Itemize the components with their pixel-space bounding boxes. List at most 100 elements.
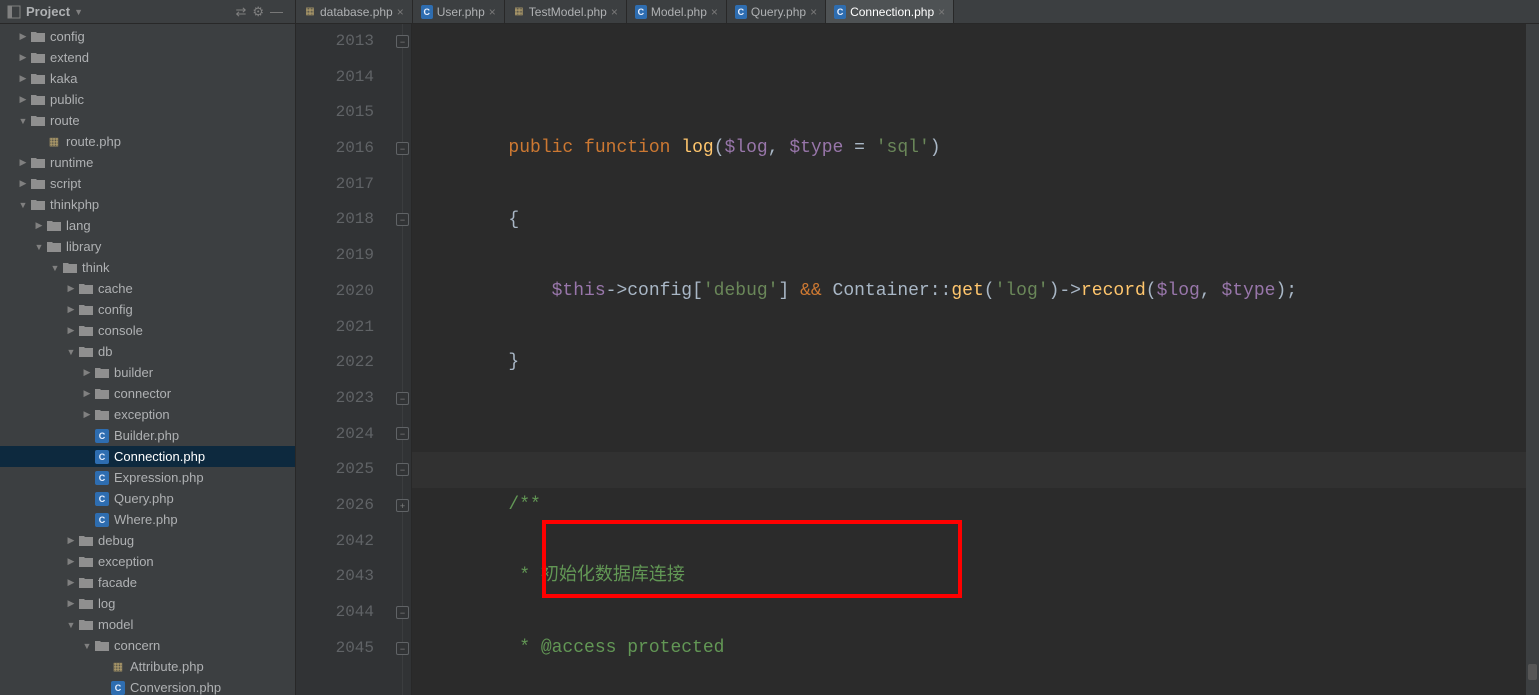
- tree-file[interactable]: CConversion.php: [0, 677, 295, 695]
- editor-tab[interactable]: CQuery.php×: [727, 0, 826, 23]
- folder-icon: [94, 386, 110, 402]
- code-area[interactable]: public function log($log, $type = 'sql')…: [412, 24, 1526, 695]
- tree-arrow-icon[interactable]: ▶: [64, 598, 78, 609]
- tree-file[interactable]: CWhere.php: [0, 509, 295, 530]
- tree-arrow-icon[interactable]: ▶: [64, 577, 78, 588]
- tree-arrow-icon[interactable]: ▶: [64, 325, 78, 336]
- tree-folder[interactable]: ▶log: [0, 593, 295, 614]
- editor-tabs: ▦database.php×CUser.php×▦TestModel.php×C…: [296, 0, 1539, 23]
- project-panel-header[interactable]: Project ▼ ⇄ ⚙ —: [0, 0, 296, 23]
- tree-arrow-icon[interactable]: ▼: [32, 242, 46, 252]
- line-number: 2025: [296, 452, 394, 488]
- editor-tab[interactable]: CModel.php×: [627, 0, 727, 23]
- tree-arrow-icon[interactable]: ▶: [16, 178, 30, 189]
- close-icon[interactable]: ×: [711, 5, 718, 19]
- editor-tab[interactable]: ▦TestModel.php×: [505, 0, 627, 23]
- editor-tab[interactable]: ▦database.php×: [296, 0, 413, 23]
- line-number: 2024: [296, 417, 394, 453]
- fold-marker[interactable]: +: [396, 499, 409, 512]
- fold-marker[interactable]: −: [396, 142, 409, 155]
- tree-arrow-icon[interactable]: ▼: [64, 620, 78, 630]
- close-icon[interactable]: ×: [810, 5, 817, 19]
- tree-arrow-icon[interactable]: ▶: [32, 220, 46, 231]
- tree-arrow-icon[interactable]: ▶: [16, 94, 30, 105]
- tree-folder[interactable]: ▶exception: [0, 551, 295, 572]
- tree-file[interactable]: CBuilder.php: [0, 425, 295, 446]
- tree-arrow-icon[interactable]: ▶: [16, 157, 30, 168]
- tree-item-label: config: [50, 29, 85, 44]
- tree-file[interactable]: CConnection.php: [0, 446, 295, 467]
- tree-arrow-icon[interactable]: ▼: [16, 200, 30, 210]
- scroll-from-source-icon[interactable]: ⇄: [235, 4, 246, 20]
- tree-folder[interactable]: ▼thinkphp: [0, 194, 295, 215]
- tree-folder[interactable]: ▶ builder: [0, 362, 295, 383]
- tree-arrow-icon[interactable]: ▶: [80, 409, 94, 420]
- tree-folder[interactable]: ▶cache: [0, 278, 295, 299]
- tree-folder[interactable]: ▼ library: [0, 236, 295, 257]
- tree-folder[interactable]: ▼db: [0, 341, 295, 362]
- tab-label: database.php: [320, 5, 393, 19]
- tree-file[interactable]: CQuery.php: [0, 488, 295, 509]
- tree-arrow-icon[interactable]: ▼: [64, 347, 78, 357]
- fold-marker[interactable]: −: [396, 392, 409, 405]
- tree-arrow-icon[interactable]: ▼: [48, 263, 62, 273]
- tree-arrow-icon[interactable]: ▼: [16, 116, 30, 126]
- fold-marker[interactable]: −: [396, 606, 409, 619]
- fold-marker[interactable]: −: [396, 427, 409, 440]
- tree-arrow-icon[interactable]: ▶: [80, 388, 94, 399]
- tree-folder[interactable]: ▼think: [0, 257, 295, 278]
- tree-folder[interactable]: ▶connector: [0, 383, 295, 404]
- project-tree: ▶config▶extend▶kaka▶public▼route▦route.p…: [0, 24, 296, 695]
- tree-folder[interactable]: ▶console: [0, 320, 295, 341]
- tree-item-label: kaka: [50, 71, 77, 86]
- tree-arrow-icon[interactable]: ▶: [80, 367, 94, 378]
- tree-arrow-icon[interactable]: ▶: [64, 535, 78, 546]
- tree-arrow-icon[interactable]: ▶: [16, 31, 30, 42]
- tree-folder[interactable]: ▶config: [0, 299, 295, 320]
- tree-folder[interactable]: ▶debug: [0, 530, 295, 551]
- line-number: 2016: [296, 131, 394, 167]
- fold-marker[interactable]: −: [396, 35, 409, 48]
- tree-folder[interactable]: ▼ model: [0, 614, 295, 635]
- tree-folder[interactable]: ▼concern: [0, 635, 295, 656]
- tree-file[interactable]: ▦route.php: [0, 131, 295, 152]
- tab-label: TestModel.php: [529, 5, 607, 19]
- tree-arrow-icon[interactable]: ▶: [64, 556, 78, 567]
- tree-folder[interactable]: ▶public: [0, 89, 295, 110]
- tree-arrow-icon[interactable]: ▶: [64, 304, 78, 315]
- close-icon[interactable]: ×: [489, 5, 496, 19]
- tree-arrow-icon[interactable]: ▶: [16, 73, 30, 84]
- fold-marker[interactable]: −: [396, 213, 409, 226]
- minimize-icon[interactable]: —: [270, 4, 283, 19]
- fold-marker[interactable]: −: [396, 463, 409, 476]
- tree-arrow-icon[interactable]: ▶: [64, 283, 78, 294]
- tree-folder[interactable]: ▶lang: [0, 215, 295, 236]
- fold-marker[interactable]: −: [396, 642, 409, 655]
- tree-item-label: builder: [114, 365, 153, 380]
- tree-folder[interactable]: ▶extend: [0, 47, 295, 68]
- tree-folder[interactable]: ▶script: [0, 173, 295, 194]
- tree-file[interactable]: CExpression.php: [0, 467, 295, 488]
- tree-arrow-icon[interactable]: ▼: [80, 641, 94, 651]
- folder-icon: [78, 323, 94, 339]
- gear-icon[interactable]: ⚙: [252, 4, 264, 20]
- editor-tab[interactable]: CConnection.php×: [826, 0, 954, 23]
- folder-icon: [30, 113, 46, 129]
- vertical-scrollbar[interactable]: [1526, 24, 1539, 695]
- tree-folder[interactable]: ▶facade: [0, 572, 295, 593]
- tree-folder[interactable]: ▶ config: [0, 26, 295, 47]
- code-editor[interactable]: 2013201420152016201720182019202020212022…: [296, 24, 1539, 695]
- tree-folder[interactable]: ▶runtime: [0, 152, 295, 173]
- tree-item-label: library: [66, 239, 101, 254]
- tree-arrow-icon[interactable]: ▶: [16, 52, 30, 63]
- editor-tab[interactable]: CUser.php×: [413, 0, 505, 23]
- tree-item-label: model: [98, 617, 133, 632]
- close-icon[interactable]: ×: [611, 5, 618, 19]
- close-icon[interactable]: ×: [397, 5, 404, 19]
- tree-file[interactable]: ▦Attribute.php: [0, 656, 295, 677]
- tree-folder[interactable]: ▶ kaka: [0, 68, 295, 89]
- folder-icon: [78, 575, 94, 591]
- tree-folder[interactable]: ▼route: [0, 110, 295, 131]
- tree-folder[interactable]: ▶exception: [0, 404, 295, 425]
- close-icon[interactable]: ×: [938, 5, 945, 19]
